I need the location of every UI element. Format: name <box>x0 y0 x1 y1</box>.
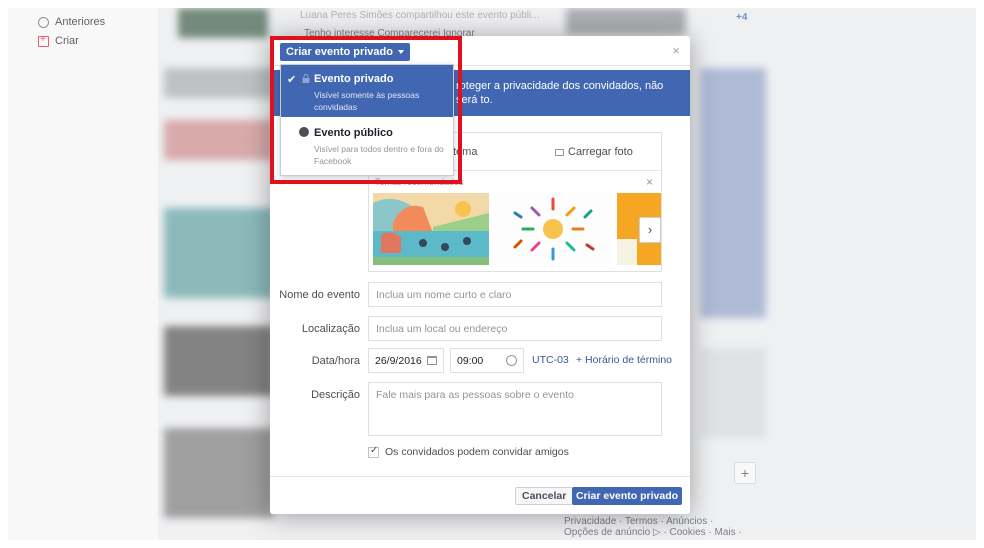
time-input[interactable]: 09:00 <box>450 348 524 373</box>
tab-upload-label: Carregar foto <box>568 146 633 158</box>
calendar-icon <box>427 356 437 365</box>
clock-icon <box>506 355 517 366</box>
theme-thumbnail-lake[interactable] <box>373 193 489 265</box>
description-label: Descrição <box>311 389 360 401</box>
location-input[interactable]: Inclua um local ou endereço <box>368 316 662 341</box>
date-value: 26/9/2016 <box>375 355 422 367</box>
timezone-link[interactable]: UTC-03 <box>532 354 569 366</box>
date-input[interactable]: 26/9/2016 <box>368 348 444 373</box>
guests-invite-checkbox-row[interactable]: Os convidados podem convidar amigos <box>368 445 569 458</box>
theme-thumbnail-summer[interactable] <box>495 193 611 265</box>
guests-invite-label: Os convidados podem convidar amigos <box>385 446 569 458</box>
description-input[interactable]: Fale mais para as pessoas sobre o evento <box>368 382 662 436</box>
event-name-input[interactable]: Inclua um nome curto e claro <box>368 282 662 307</box>
close-icon[interactable]: × <box>672 43 680 58</box>
location-label: Localização <box>301 323 360 335</box>
guests-invite-checkbox[interactable] <box>368 445 379 458</box>
tab-upload-photo[interactable]: Carregar foto <box>555 146 633 158</box>
event-name-label: Nome do evento <box>279 289 360 301</box>
cancel-button[interactable]: Cancelar <box>515 487 574 505</box>
create-private-event-button[interactable]: Criar evento privado <box>572 487 682 505</box>
screenshot: Anteriores Criar Luana Peres Simões comp… <box>0 0 984 548</box>
add-end-time-link[interactable]: + Horário de término <box>576 354 672 366</box>
dialog-footer: Cancelar Criar evento privado <box>270 476 690 514</box>
next-theme-button[interactable]: › <box>639 217 661 243</box>
datetime-label: Data/hora <box>311 355 360 367</box>
highlight-box <box>270 36 462 184</box>
banner-text: roteger a privacidade dos convidados, nã… <box>456 80 664 106</box>
time-value: 09:00 <box>457 355 484 367</box>
camera-icon <box>555 148 564 156</box>
close-icon[interactable]: × <box>646 175 653 189</box>
